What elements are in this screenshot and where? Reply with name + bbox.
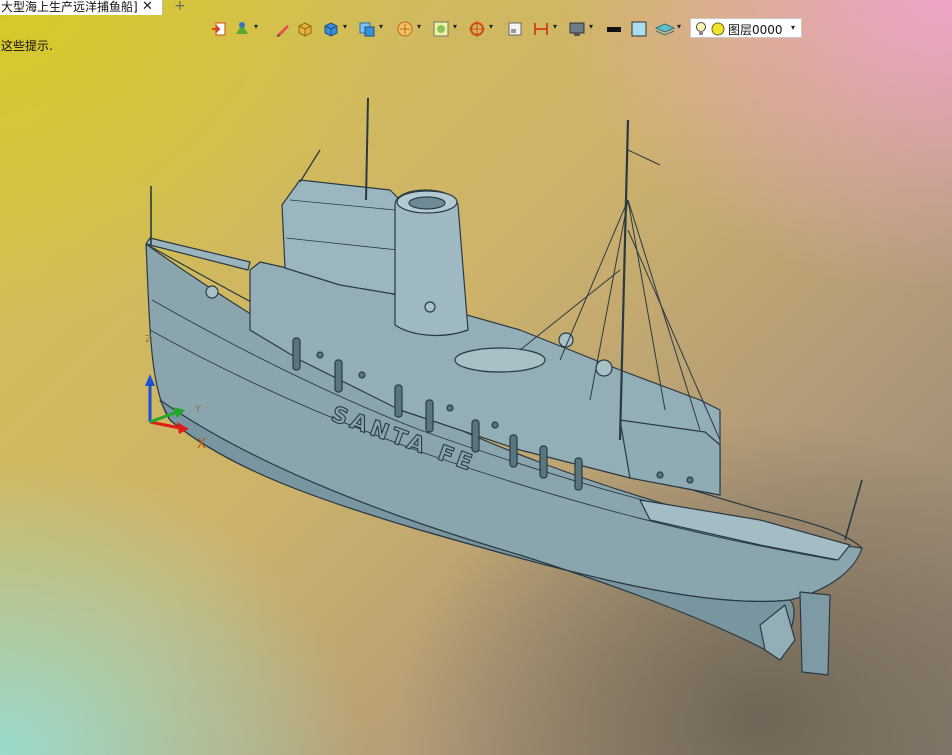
document-tab-label: 大型海上生产远洋捕鱼船] <box>1 0 138 14</box>
axis-z-label: Z <box>145 334 152 345</box>
layer-status-icon[interactable] <box>711 22 725 36</box>
monitor-dropdown-arrow[interactable]: ▾ <box>589 22 593 31</box>
snap-dropdown-arrow[interactable]: ▾ <box>417 22 421 31</box>
layer-name: 图层0000 <box>728 23 783 37</box>
section-icon[interactable] <box>532 20 550 38</box>
layer-selector[interactable]: 图层0000 ▾ <box>690 18 802 38</box>
close-icon[interactable]: ✕ <box>142 0 153 14</box>
layer-stack-icon[interactable] <box>654 20 676 38</box>
display-mode-icon[interactable] <box>358 20 376 38</box>
view-toolbar: ▾ ▾ ▾ ▾ ▾ ▾ ▾ ▾ ▾ 图层0000 ▾ <box>208 17 808 41</box>
section-dropdown-arrow[interactable]: ▾ <box>553 22 557 31</box>
lightbulb-icon[interactable] <box>695 21 707 36</box>
fill-color-icon[interactable] <box>630 20 648 38</box>
line-color-icon[interactable] <box>605 20 623 38</box>
plane-icon[interactable] <box>506 20 524 38</box>
exit-sketch-icon[interactable] <box>210 20 228 38</box>
zoom-icon[interactable] <box>468 20 486 38</box>
snap-icon[interactable] <box>396 20 414 38</box>
material-dropdown-arrow[interactable]: ▾ <box>254 22 258 31</box>
hint-text: 这些提示. <box>1 39 53 53</box>
document-tab[interactable]: 大型海上生产远洋捕鱼船] ✕ <box>0 0 163 15</box>
axis-triad: X Y Z <box>145 334 206 450</box>
render-icon[interactable] <box>432 20 450 38</box>
monitor-icon[interactable] <box>568 20 586 38</box>
solid-box-icon[interactable] <box>296 20 314 38</box>
axis-x-label: X <box>197 437 206 450</box>
axis-y-label: Y <box>194 404 202 415</box>
render-dropdown-arrow[interactable]: ▾ <box>453 22 457 31</box>
cube-view-icon[interactable] <box>322 20 340 38</box>
tab-bar: 大型海上生产远洋捕鱼船] ✕ + <box>0 0 952 15</box>
pencil-icon[interactable] <box>274 20 292 38</box>
plus-icon[interactable]: + <box>174 0 186 14</box>
display-mode-dropdown-arrow[interactable]: ▾ <box>379 22 383 31</box>
material-icon[interactable] <box>233 20 251 38</box>
rudder <box>799 591 831 676</box>
zoom-dropdown-arrow[interactable]: ▾ <box>489 22 493 31</box>
layer-stack-dropdown-arrow[interactable]: ▾ <box>677 22 681 31</box>
cube-view-dropdown-arrow[interactable]: ▾ <box>343 22 347 31</box>
chevron-down-icon[interactable]: ▾ <box>791 23 795 32</box>
